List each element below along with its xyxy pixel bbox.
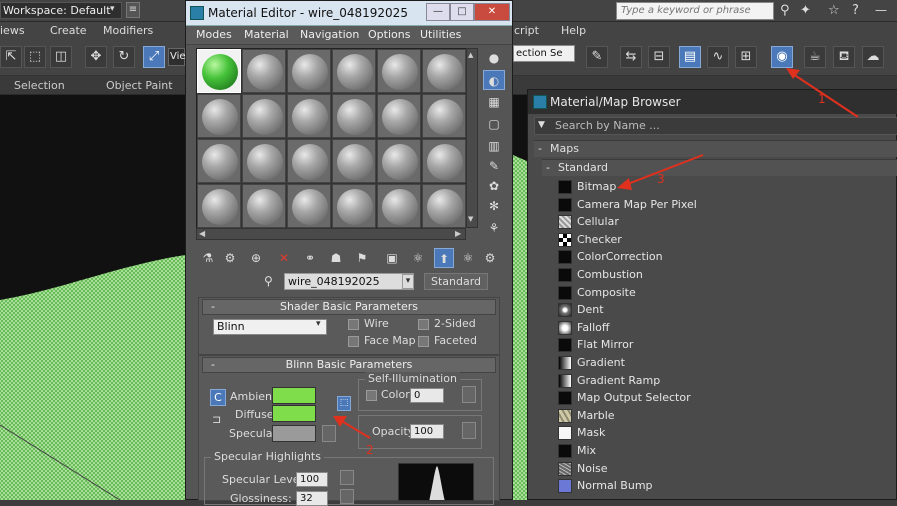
arrow-2-head	[333, 416, 347, 427]
arrow-3-head	[617, 178, 632, 190]
annotation-label-2: 2	[366, 443, 374, 457]
annotation-label-3: 3	[657, 172, 665, 186]
annotation-arrows	[333, 68, 859, 439]
annotation-overlay: 1 2 3	[333, 68, 859, 457]
arrow-2	[339, 419, 371, 439]
annotation-label-1: 1	[818, 92, 826, 106]
